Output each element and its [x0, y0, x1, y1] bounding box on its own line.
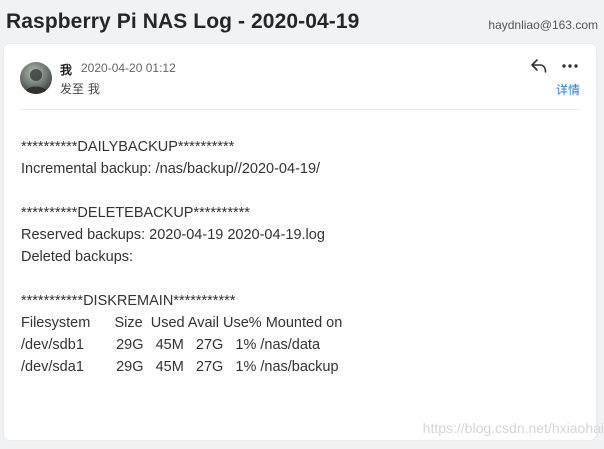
body-line: /dev/sda1 29G 45M 27G 1% /nas/backup: [21, 359, 339, 375]
reply-icon[interactable]: [530, 57, 548, 75]
body-line: Reserved backups: 2020-04-19 2020-04-19.…: [21, 227, 325, 243]
body-line: Deleted backups:: [21, 249, 134, 265]
body-line: **********DELETEBACKUP**********: [21, 205, 250, 221]
mailbox-address: haydnliao@163.com: [488, 18, 598, 32]
body-line: [21, 268, 342, 290]
sender-name[interactable]: 我: [60, 61, 72, 78]
recipient-line: 发至 我: [60, 82, 100, 96]
body-line: /dev/sdb1 29G 45M 27G 1% /nas/data: [21, 337, 321, 353]
body-line: Filesystem Size Used Avail Use% Mounted …: [21, 315, 343, 331]
body-line: ***********DISKREMAIN***********: [21, 293, 236, 309]
watermark: https://blog.csdn.net/hxiaohai: [422, 420, 604, 436]
body-line: **********DAILYBACKUP**********: [21, 139, 235, 155]
email-body: **********DAILYBACKUP********** Increment…: [21, 136, 342, 378]
divider: [20, 109, 580, 110]
email-date: 2020-04-20 01:12: [81, 61, 176, 75]
email-subject: Raspberry Pi NAS Log - 2020-04-19: [6, 10, 360, 33]
email-card: 我 2020-04-20 01:12 发至 我 详情 **********DAI…: [4, 44, 596, 440]
avatar-image: [24, 69, 48, 94]
more-icon[interactable]: [561, 58, 579, 74]
body-line: [21, 180, 342, 202]
avatar[interactable]: [20, 62, 52, 94]
details-link[interactable]: 详情: [556, 81, 580, 98]
body-line: Incremental backup: /nas/backup//2020-04…: [21, 161, 321, 177]
